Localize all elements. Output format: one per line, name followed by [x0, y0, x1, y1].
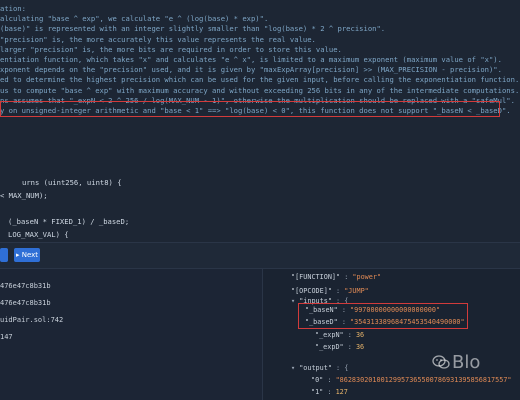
- inputs-highlight-box: [298, 303, 468, 329]
- highlight-box: [0, 101, 500, 117]
- code-line: (_baseN * FIXED_1) / _baseD;: [8, 217, 130, 226]
- function-key: "[FUNCTION]": [291, 273, 341, 281]
- opcode-key: "[OPCODE]": [291, 287, 332, 295]
- output-0-key: "0": [311, 376, 324, 384]
- watermark-text: Blo: [452, 352, 481, 373]
- expD-value: 36: [355, 343, 365, 351]
- prev-button[interactable]: [0, 248, 8, 262]
- list-item[interactable]: 147: [0, 333, 13, 341]
- function-value: "power": [352, 273, 382, 281]
- code-line: LOG_MAX_VAL) {: [8, 230, 69, 239]
- output-1-value: 127: [335, 388, 348, 396]
- opcode-value: "JUMP": [344, 287, 369, 295]
- expN-key: "_expN": [315, 331, 344, 339]
- next-button[interactable]: ▸ Next: [14, 248, 40, 262]
- output-1-key: "1": [311, 388, 324, 396]
- code-line: < MAX_NUM);: [0, 191, 48, 200]
- list-item[interactable]: uidPair.sol:742: [0, 316, 63, 324]
- output-key[interactable]: "output": [299, 364, 332, 372]
- expD-key: "_expD": [315, 343, 344, 351]
- list-item[interactable]: 476e47c8b31b: [0, 299, 51, 307]
- wechat-icon: [432, 355, 450, 369]
- code-editor[interactable]: ation: alculating "base ^ exp", we calcul…: [0, 0, 520, 242]
- debug-toolbar: ▸ Next: [0, 243, 520, 269]
- trace-list: 476e47c8b31b 476e47c8b31b uidPair.sol:74…: [0, 269, 262, 400]
- expN-value: 36: [355, 331, 365, 339]
- output-0-value: "862830201001299573655007869313958568175…: [335, 376, 512, 384]
- variables-panel: "[FUNCTION]" : "power" "[OPCODE]" : "JUM…: [262, 269, 520, 400]
- list-item[interactable]: 476e47c8b31b: [0, 282, 51, 290]
- code-line: urns (uint256, uint8) {: [22, 178, 122, 187]
